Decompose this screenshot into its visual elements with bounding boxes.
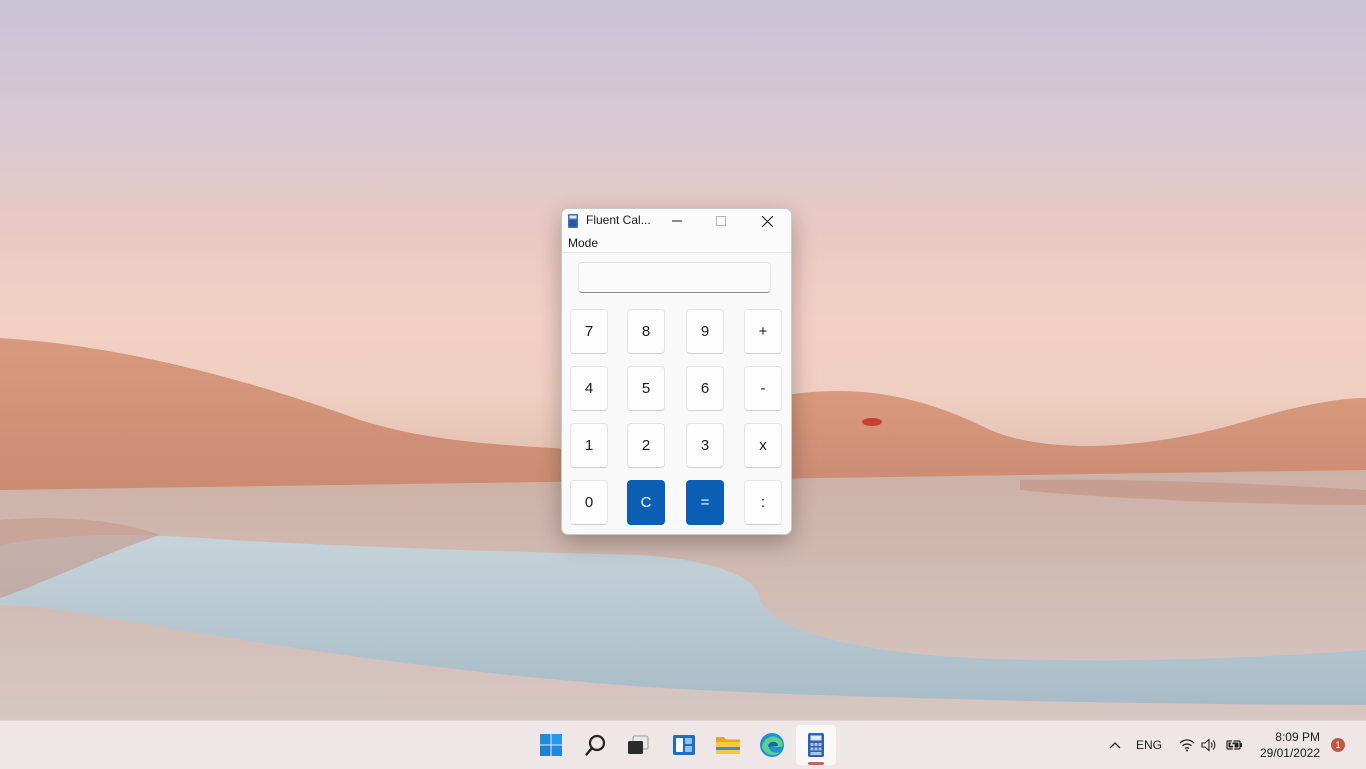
edge-browser-button[interactable]: [752, 725, 792, 765]
key-0[interactable]: 0: [570, 480, 608, 525]
calculator-display[interactable]: [578, 262, 771, 293]
calculator-window: Fluent Cal... Mode 7 8 9 + 4 5 6 - 1 2 3…: [561, 208, 792, 535]
clock[interactable]: 8:09 PM 29/01/2022: [1252, 729, 1320, 761]
battery-charging-icon: [1226, 738, 1242, 752]
windows-start-icon: [540, 734, 562, 756]
key-8[interactable]: 8: [627, 309, 665, 354]
key-6[interactable]: 6: [686, 366, 724, 411]
clock-time: 8:09 PM: [1275, 730, 1320, 744]
edge-icon: [760, 733, 784, 757]
speaker-icon: [1201, 738, 1216, 752]
folder-icon: [716, 737, 740, 754]
key-4[interactable]: 4: [570, 366, 608, 411]
maximize-icon: [716, 216, 726, 226]
window-title: Fluent Cal...: [586, 213, 651, 227]
key-plus[interactable]: +: [744, 309, 782, 354]
wifi-icon: [1179, 739, 1195, 752]
key-divide[interactable]: :: [744, 480, 782, 525]
key-9[interactable]: 9: [686, 309, 724, 354]
key-clear[interactable]: C: [627, 480, 665, 525]
start-button[interactable]: [531, 725, 571, 765]
maximize-button[interactable]: [699, 209, 743, 233]
minimize-button[interactable]: [655, 209, 699, 233]
menu-mode[interactable]: Mode: [568, 236, 598, 250]
calculator-app-icon: [568, 214, 578, 228]
key-7[interactable]: 7: [570, 309, 608, 354]
close-button[interactable]: [745, 209, 789, 233]
task-view-button[interactable]: [618, 725, 658, 765]
show-hidden-icons-button[interactable]: [1106, 737, 1124, 753]
key-equals[interactable]: =: [686, 480, 724, 525]
widgets-button[interactable]: [664, 725, 704, 765]
chevron-up-icon: [1109, 742, 1121, 749]
taskbar: ENG 8:09 PM 29/01/2022 1: [0, 720, 1366, 769]
close-icon: [761, 215, 773, 227]
notification-badge[interactable]: 1: [1331, 738, 1345, 752]
search-button[interactable]: [576, 725, 616, 765]
active-app-indicator: [808, 762, 824, 765]
key-multiply[interactable]: x: [744, 423, 782, 468]
minimize-icon: [672, 220, 682, 222]
title-bar[interactable]: Fluent Cal...: [562, 209, 791, 233]
key-2[interactable]: 2: [627, 423, 665, 468]
file-explorer-button[interactable]: [708, 725, 748, 765]
input-language[interactable]: ENG: [1136, 738, 1162, 752]
network-button[interactable]: [1178, 737, 1196, 753]
clock-date: 29/01/2022: [1259, 746, 1320, 760]
key-3[interactable]: 3: [686, 423, 724, 468]
calculator-icon: [808, 733, 824, 757]
key-minus[interactable]: -: [744, 366, 782, 411]
key-1[interactable]: 1: [570, 423, 608, 468]
menu-bar: Mode: [562, 233, 791, 253]
search-icon: [585, 734, 606, 756]
volume-button[interactable]: [1200, 737, 1218, 753]
task-view-icon: [628, 735, 649, 754]
battery-button[interactable]: [1226, 737, 1244, 753]
widgets-icon: [673, 735, 695, 755]
calculator-taskbar-button[interactable]: [796, 725, 836, 765]
key-5[interactable]: 5: [627, 366, 665, 411]
